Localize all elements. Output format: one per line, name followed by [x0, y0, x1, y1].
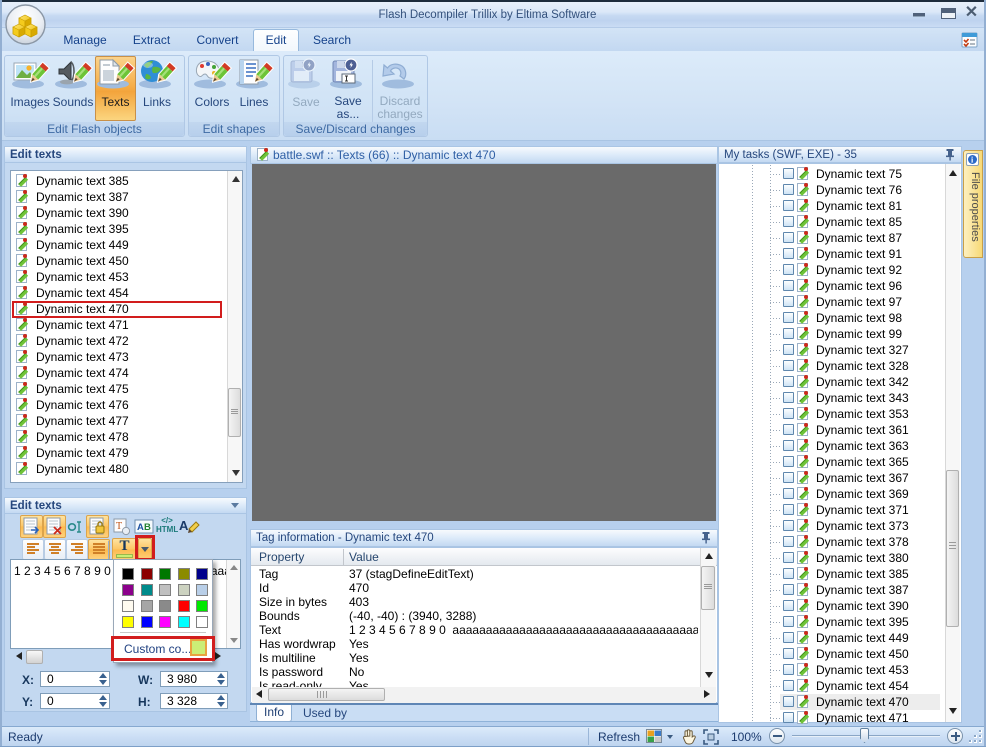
- svg-text:B: B: [144, 522, 151, 533]
- svg-text:T: T: [116, 521, 122, 532]
- svg-text:A: A: [179, 518, 189, 533]
- svg-text:A: A: [137, 522, 144, 533]
